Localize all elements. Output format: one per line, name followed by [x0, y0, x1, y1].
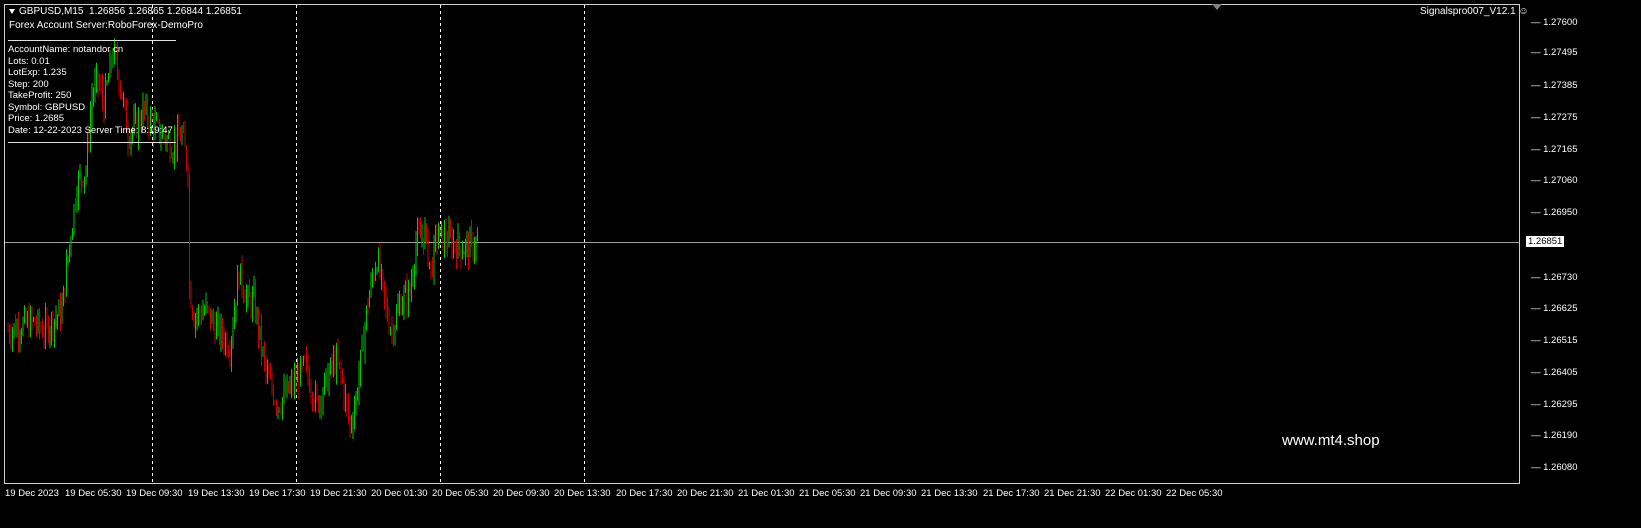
divider — [8, 40, 176, 41]
time-tick-label: 20 Dec 09:30 — [493, 488, 550, 499]
price-tick-label: — 1.27385 — [1531, 79, 1578, 91]
price-tick-label: — 1.26950 — [1531, 207, 1578, 219]
time-tick-label: 21 Dec 17:30 — [983, 488, 1040, 499]
time-tick-label: 19 Dec 13:30 — [188, 488, 245, 499]
info-account: AccountName: notandor cn — [8, 44, 124, 55]
time-tick-label: 20 Dec 17:30 — [616, 488, 673, 499]
time-tick-label: 22 Dec 05:30 — [1166, 488, 1223, 499]
price-tick-label: — 1.26190 — [1531, 430, 1578, 442]
ea-info-panel: AccountName: notandor cn Lots: 0.01 LotE… — [8, 40, 176, 146]
price-tick-label: — 1.26295 — [1531, 399, 1578, 411]
info-lotexp: LotExp: 1.235 — [8, 67, 67, 78]
time-tick-label: 20 Dec 13:30 — [554, 488, 611, 499]
price-tick-label: — 1.26730 — [1531, 271, 1578, 283]
info-takeprofit: TakeProfit: 250 — [8, 90, 72, 101]
time-tick-label: 21 Dec 13:30 — [921, 488, 978, 499]
info-price: Price: 1.2685 — [8, 113, 64, 124]
time-tick-label: 22 Dec 01:30 — [1105, 488, 1162, 499]
price-tick-label: — 1.27495 — [1531, 47, 1578, 59]
time-tick-label: 19 Dec 21:30 — [310, 488, 367, 499]
price-tick-label: — 1.26625 — [1531, 302, 1578, 314]
time-tick-label: 19 Dec 09:30 — [126, 488, 183, 499]
time-tick-label: 19 Dec 17:30 — [249, 488, 306, 499]
chevron-down-icon[interactable] — [9, 8, 15, 14]
smiley-icon: ☺ — [1518, 6, 1529, 17]
server-label: Forex Account Server:RoboForex-DemoPro — [9, 20, 203, 31]
time-tick-label: 21 Dec 01:30 — [738, 488, 795, 499]
price-chart[interactable] — [0, 0, 1641, 528]
price-tick-label: — 1.27165 — [1531, 144, 1578, 156]
info-date: Date: 12-22-2023 Server Time: 8:19:47 — [8, 124, 173, 136]
price-tick-label: — 1.26080 — [1531, 462, 1578, 474]
price-tick-label: — 1.26405 — [1531, 367, 1578, 379]
info-lots: Lots: 0.01 — [8, 55, 50, 67]
time-tick-label: 20 Dec 21:30 — [677, 488, 734, 499]
time-tick-label: 21 Dec 05:30 — [799, 488, 856, 499]
time-tick-label: 19 Dec 2023 — [5, 488, 59, 499]
info-symbol: Symbol: GBPUSD — [8, 101, 86, 113]
current-price-label: 1.26851 — [1526, 236, 1565, 248]
time-tick-label: 21 Dec 21:30 — [1044, 488, 1101, 499]
time-tick-label: 20 Dec 01:30 — [371, 488, 428, 499]
time-tick-label: 20 Dec 05:30 — [432, 488, 489, 499]
indicator-label[interactable]: Signalspro007_V12.1 ☺ — [1420, 6, 1529, 17]
watermark-text: www.mt4.shop — [1282, 432, 1380, 449]
info-step: Step: 200 — [8, 78, 49, 90]
symbol-header[interactable]: GBPUSD,M15 1.26856 1.26865 1.26844 1.268… — [9, 6, 242, 17]
price-tick-label: — 1.26515 — [1531, 334, 1578, 346]
time-tick-label: 19 Dec 05:30 — [65, 488, 122, 499]
chart-shift-marker[interactable] — [1212, 4, 1222, 10]
quote-label: 1.26856 1.26865 1.26844 1.26851 — [89, 6, 242, 17]
divider — [8, 142, 176, 143]
time-tick-label: 21 Dec 09:30 — [860, 488, 917, 499]
price-tick-label: — 1.27060 — [1531, 174, 1578, 186]
symbol-label: GBPUSD,M15 — [19, 6, 84, 17]
price-tick-label: — 1.27275 — [1531, 111, 1578, 123]
price-tick-label: — 1.27600 — [1531, 16, 1578, 28]
